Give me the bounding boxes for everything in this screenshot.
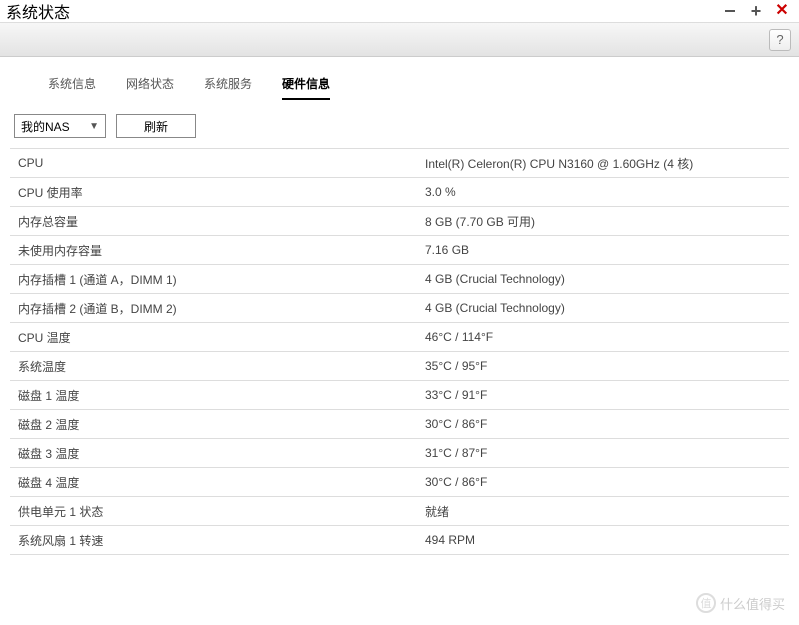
help-button[interactable]: ?: [769, 29, 791, 51]
row-value: 31°C / 87°F: [425, 446, 789, 460]
titlebar: 系统状态 + ✕: [0, 0, 799, 22]
table-row: 内存总容量8 GB (7.70 GB 可用): [10, 207, 789, 236]
row-value: 30°C / 86°F: [425, 475, 789, 489]
tab-hardware-info[interactable]: 硬件信息: [282, 75, 330, 100]
row-label: 系统风扇 1 转速: [10, 532, 425, 549]
tabs: 系统信息 网络状态 系统服务 硬件信息: [10, 75, 789, 100]
row-label: 系统温度: [10, 358, 425, 375]
watermark-logo: 值: [696, 593, 716, 613]
row-value: 4 GB (Crucial Technology): [425, 272, 789, 286]
row-value: 8 GB (7.70 GB 可用): [425, 213, 789, 230]
watermark-text: 什么值得买: [720, 594, 785, 613]
row-label: 内存插槽 1 (通道 A，DIMM 1): [10, 271, 425, 288]
row-label: CPU: [10, 156, 425, 170]
table-row: 磁盘 3 温度31°C / 87°F: [10, 439, 789, 468]
row-label: 磁盘 4 温度: [10, 474, 425, 491]
table-row: 磁盘 4 温度30°C / 86°F: [10, 468, 789, 497]
chevron-down-icon: ▼: [89, 121, 99, 132]
maximize-button[interactable]: +: [747, 2, 765, 20]
nas-select-value: 我的NAS: [21, 118, 70, 135]
window-title: 系统状态: [6, 0, 70, 23]
tab-system-info[interactable]: 系统信息: [48, 75, 96, 100]
row-value: Intel(R) Celeron(R) CPU N3160 @ 1.60GHz …: [425, 155, 789, 172]
table-row: 内存插槽 1 (通道 A，DIMM 1)4 GB (Crucial Techno…: [10, 265, 789, 294]
row-value: 46°C / 114°F: [425, 330, 789, 344]
tab-system-service[interactable]: 系统服务: [204, 75, 252, 100]
row-label: 供电单元 1 状态: [10, 503, 425, 520]
table-row: 系统温度35°C / 95°F: [10, 352, 789, 381]
row-value: 7.16 GB: [425, 243, 789, 257]
row-label: 磁盘 1 温度: [10, 387, 425, 404]
row-value: 就绪: [425, 503, 789, 520]
table-row: CPU 温度46°C / 114°F: [10, 323, 789, 352]
row-value: 4 GB (Crucial Technology): [425, 301, 789, 315]
table-row: 磁盘 1 温度33°C / 91°F: [10, 381, 789, 410]
row-value: 494 RPM: [425, 533, 789, 547]
row-label: CPU 温度: [10, 329, 425, 346]
row-label: CPU 使用率: [10, 184, 425, 201]
row-value: 3.0 %: [425, 185, 789, 199]
row-label: 磁盘 3 温度: [10, 445, 425, 462]
watermark: 值 什么值得买: [696, 593, 785, 613]
tab-network-status[interactable]: 网络状态: [126, 75, 174, 100]
row-label: 未使用内存容量: [10, 242, 425, 259]
refresh-button[interactable]: 刷新: [116, 114, 196, 138]
table-row: 供电单元 1 状态就绪: [10, 497, 789, 526]
table-row: CPUIntel(R) Celeron(R) CPU N3160 @ 1.60G…: [10, 149, 789, 178]
table-row: CPU 使用率3.0 %: [10, 178, 789, 207]
table-row: 系统风扇 1 转速494 RPM: [10, 526, 789, 555]
table-row: 未使用内存容量7.16 GB: [10, 236, 789, 265]
row-label: 磁盘 2 温度: [10, 416, 425, 433]
row-value: 33°C / 91°F: [425, 388, 789, 402]
toolbar: ?: [0, 22, 799, 57]
row-label: 内存插槽 2 (通道 B，DIMM 2): [10, 300, 425, 317]
hardware-table: CPUIntel(R) Celeron(R) CPU N3160 @ 1.60G…: [10, 148, 789, 555]
row-value: 30°C / 86°F: [425, 417, 789, 431]
row-value: 35°C / 95°F: [425, 359, 789, 373]
row-label: 内存总容量: [10, 213, 425, 230]
window-controls: + ✕: [721, 2, 791, 20]
minimize-button[interactable]: [721, 2, 739, 20]
nas-select[interactable]: 我的NAS ▼: [14, 114, 106, 138]
close-button[interactable]: ✕: [773, 2, 791, 20]
table-row: 磁盘 2 温度30°C / 86°F: [10, 410, 789, 439]
controls-row: 我的NAS ▼ 刷新: [10, 114, 789, 138]
table-row: 内存插槽 2 (通道 B，DIMM 2)4 GB (Crucial Techno…: [10, 294, 789, 323]
